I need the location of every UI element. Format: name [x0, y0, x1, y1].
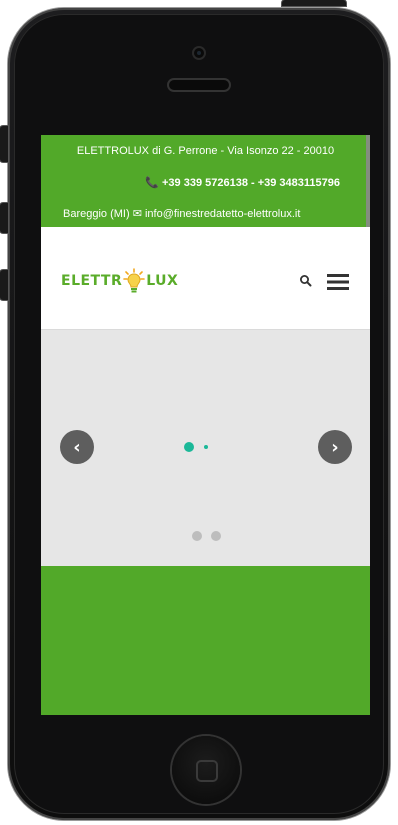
slider-pager-dot-1[interactable]: [192, 531, 202, 541]
slider-next-button[interactable]: ›: [318, 430, 352, 464]
chevron-right-icon: ›: [331, 436, 339, 458]
hero-slider: ‹ ›: [41, 330, 370, 566]
phone-screen: ELETTROLUX di G. Perrone - Via Isonzo 22…: [41, 135, 370, 715]
slide-loading-dot-small: [204, 445, 208, 449]
green-content-section: [41, 566, 370, 715]
lightbulb-icon: [123, 268, 146, 294]
volume-down-button: [0, 270, 8, 300]
logo-text-right: LUX: [146, 273, 179, 289]
site-header: ELETTR LUX: [41, 227, 370, 330]
chevron-left-icon: ‹: [73, 436, 81, 458]
earpiece-speaker: [169, 80, 229, 90]
phone-numbers[interactable]: 📞 +39 339 5726138 - +39 3483115796: [145, 176, 340, 189]
search-icon[interactable]: [299, 274, 313, 288]
slider-pager-dot-2[interactable]: [211, 531, 221, 541]
hamburger-menu-icon[interactable]: [327, 274, 349, 290]
site-logo[interactable]: ELETTR LUX: [61, 267, 178, 295]
volume-up-button: [0, 203, 8, 233]
power-button: [282, 0, 346, 6]
logo-text-left: ELETTR: [61, 273, 123, 289]
mute-switch: [0, 126, 8, 162]
city-email[interactable]: Bareggio (MI) ✉ info@finestredatetto-ele…: [63, 207, 300, 220]
home-button[interactable]: [172, 736, 240, 804]
scrollbar[interactable]: [366, 135, 370, 235]
company-address: ELETTROLUX di G. Perrone - Via Isonzo 22…: [76, 145, 335, 157]
top-info-bar: ELETTROLUX di G. Perrone - Via Isonzo 22…: [41, 135, 370, 235]
slider-prev-button[interactable]: ‹: [60, 430, 94, 464]
slide-loading-dot-large: [184, 442, 194, 452]
front-camera: [194, 48, 204, 58]
home-button-glyph: [196, 760, 218, 782]
